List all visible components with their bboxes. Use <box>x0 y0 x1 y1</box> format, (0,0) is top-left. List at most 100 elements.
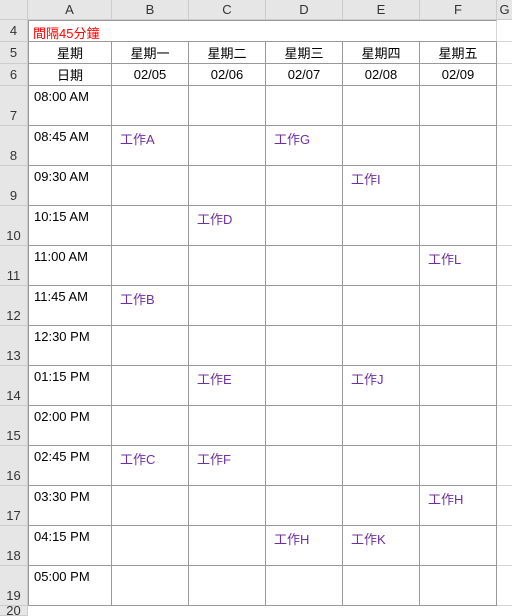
time-cell[interactable]: 12:30 PM <box>28 326 112 366</box>
time-cell[interactable]: 02:00 PM <box>28 406 112 446</box>
task-cell[interactable] <box>343 486 420 526</box>
time-cell[interactable]: 11:45 AM <box>28 286 112 326</box>
edge-cell[interactable] <box>497 526 512 566</box>
task-cell[interactable] <box>420 286 497 326</box>
task-cell[interactable] <box>420 446 497 486</box>
col-header-C[interactable]: C <box>189 0 266 20</box>
task-cell[interactable] <box>420 126 497 166</box>
task-cell[interactable] <box>266 326 343 366</box>
row-header-15[interactable]: 15 <box>0 406 28 446</box>
task-cell[interactable] <box>266 366 343 406</box>
task-cell[interactable] <box>420 166 497 206</box>
task-cell[interactable] <box>266 486 343 526</box>
time-cell[interactable]: 03:30 PM <box>28 486 112 526</box>
row-header-13[interactable]: 13 <box>0 326 28 366</box>
task-cell[interactable]: 工作H <box>420 486 497 526</box>
task-cell[interactable]: 工作L <box>420 246 497 286</box>
task-cell[interactable] <box>189 246 266 286</box>
task-cell[interactable] <box>420 566 497 606</box>
date-header[interactable]: 02/08 <box>343 64 420 86</box>
task-cell[interactable] <box>420 406 497 446</box>
col-header-F[interactable]: F <box>420 0 497 20</box>
task-cell[interactable]: 工作F <box>189 446 266 486</box>
time-cell[interactable]: 04:15 PM <box>28 526 112 566</box>
task-cell[interactable] <box>420 526 497 566</box>
task-cell[interactable] <box>343 246 420 286</box>
task-cell[interactable]: 工作D <box>189 206 266 246</box>
edge-cell[interactable] <box>497 42 512 64</box>
weekday-header[interactable]: 星期三 <box>266 42 343 64</box>
date-header[interactable]: 02/05 <box>112 64 189 86</box>
task-cell[interactable] <box>189 326 266 366</box>
task-cell[interactable] <box>189 286 266 326</box>
task-cell[interactable] <box>189 86 266 126</box>
task-cell[interactable] <box>343 406 420 446</box>
col-header-E[interactable]: E <box>343 0 420 20</box>
edge-cell[interactable] <box>497 166 512 206</box>
weekday-header[interactable]: 星期四 <box>343 42 420 64</box>
task-cell[interactable]: 工作H <box>266 526 343 566</box>
edge-cell[interactable] <box>497 366 512 406</box>
task-cell[interactable] <box>420 86 497 126</box>
edge-cell[interactable] <box>497 566 512 606</box>
task-cell[interactable] <box>266 206 343 246</box>
task-cell[interactable] <box>112 86 189 126</box>
task-cell[interactable]: 工作K <box>343 526 420 566</box>
edge-cell[interactable] <box>497 406 512 446</box>
task-cell[interactable] <box>343 86 420 126</box>
task-cell[interactable]: 工作E <box>189 366 266 406</box>
time-cell[interactable]: 09:30 AM <box>28 166 112 206</box>
row-header-20[interactable]: 20 <box>0 606 28 616</box>
task-cell[interactable] <box>420 366 497 406</box>
task-cell[interactable] <box>189 526 266 566</box>
task-cell[interactable] <box>112 166 189 206</box>
edge-cell[interactable] <box>497 326 512 366</box>
row-header-17[interactable]: 17 <box>0 486 28 526</box>
edge-cell[interactable] <box>497 206 512 246</box>
task-cell[interactable] <box>112 246 189 286</box>
task-cell[interactable] <box>112 326 189 366</box>
edge-cell[interactable] <box>497 286 512 326</box>
weekday-header[interactable]: 星期 <box>28 42 112 64</box>
task-cell[interactable] <box>420 326 497 366</box>
date-header[interactable]: 02/06 <box>189 64 266 86</box>
task-cell[interactable] <box>189 166 266 206</box>
date-header[interactable]: 02/07 <box>266 64 343 86</box>
task-cell[interactable] <box>420 206 497 246</box>
row-header-8[interactable]: 8 <box>0 126 28 166</box>
weekday-header[interactable]: 星期五 <box>420 42 497 64</box>
col-header-g[interactable]: G <box>497 0 512 20</box>
task-cell[interactable] <box>343 126 420 166</box>
task-cell[interactable] <box>343 206 420 246</box>
task-cell[interactable] <box>112 526 189 566</box>
col-header-A[interactable]: A <box>28 0 112 20</box>
task-cell[interactable] <box>266 566 343 606</box>
task-cell[interactable] <box>343 326 420 366</box>
edge-cell[interactable] <box>497 64 512 86</box>
date-header[interactable]: 日期 <box>28 64 112 86</box>
edge-cell[interactable] <box>497 446 512 486</box>
task-cell[interactable] <box>266 166 343 206</box>
time-cell[interactable]: 08:00 AM <box>28 86 112 126</box>
row-header-14[interactable]: 14 <box>0 366 28 406</box>
title-cell[interactable]: 間隔45分鐘 <box>28 20 497 42</box>
row-header-19[interactable]: 19 <box>0 566 28 606</box>
task-cell[interactable]: 工作J <box>343 366 420 406</box>
task-cell[interactable] <box>189 566 266 606</box>
row-header-9[interactable]: 9 <box>0 166 28 206</box>
task-cell[interactable] <box>112 206 189 246</box>
task-cell[interactable] <box>343 446 420 486</box>
row-header-10[interactable]: 10 <box>0 206 28 246</box>
edge-cell[interactable] <box>497 126 512 166</box>
task-cell[interactable] <box>189 126 266 166</box>
row-header-16[interactable]: 16 <box>0 446 28 486</box>
task-cell[interactable] <box>189 486 266 526</box>
task-cell[interactable] <box>266 86 343 126</box>
row-header-5[interactable]: 5 <box>0 42 28 64</box>
task-cell[interactable] <box>189 406 266 446</box>
row-header-6[interactable]: 6 <box>0 64 28 86</box>
row-header-7[interactable]: 7 <box>0 86 28 126</box>
task-cell[interactable] <box>112 366 189 406</box>
task-cell[interactable]: 工作C <box>112 446 189 486</box>
task-cell[interactable]: 工作I <box>343 166 420 206</box>
